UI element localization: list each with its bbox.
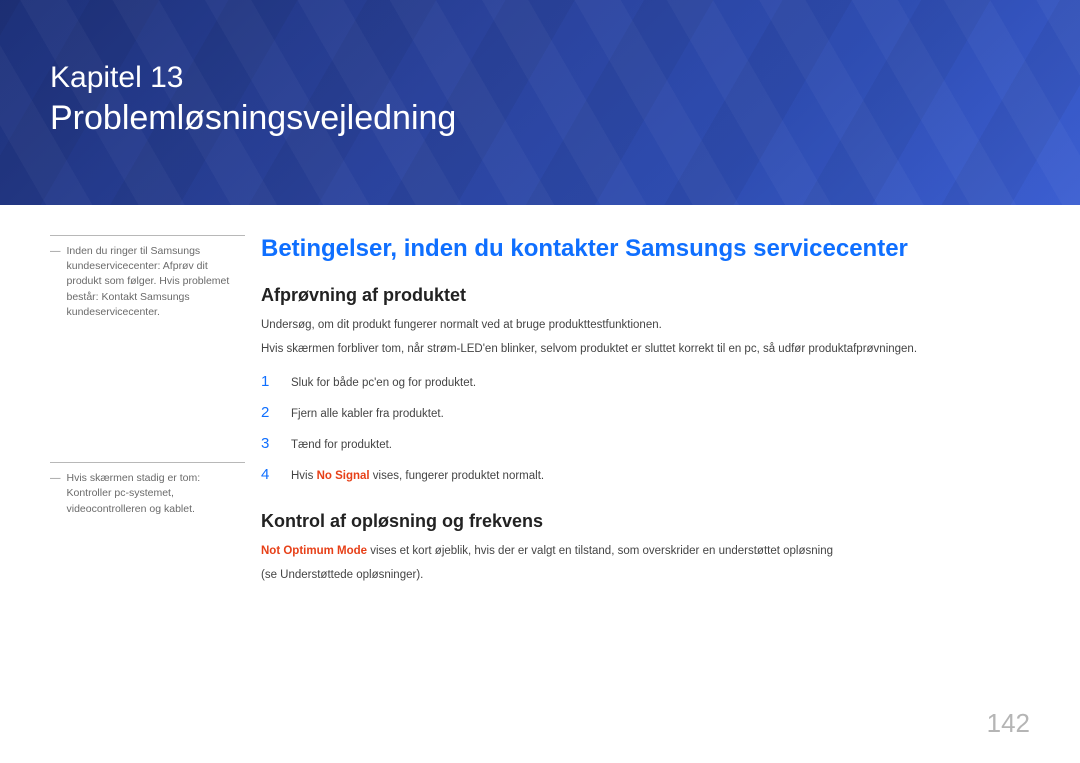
side-note-2-text: Hvis skærmen stadig er tom: Kontroller p… xyxy=(67,471,246,517)
step-text: Sluk for både pc'en og for produktet. xyxy=(291,377,476,389)
page-body: ― Inden du ringer til Samsungs kundeserv… xyxy=(0,205,1080,589)
dash-icon: ― xyxy=(50,244,61,320)
step-row: 3 Tænd for produktet. xyxy=(261,435,1030,452)
step-number: 1 xyxy=(261,373,275,390)
sub2-bold: Not Optimum Mode xyxy=(261,545,367,557)
step-text: Hvis No Signal vises, fungerer produktet… xyxy=(291,470,544,482)
subsection-2-heading: Kontrol af opløsning og frekvens xyxy=(261,511,1030,532)
steps-list: 1 Sluk for både pc'en og for produktet. … xyxy=(261,373,1030,483)
step4-prefix: Hvis xyxy=(291,470,317,482)
chapter-banner: Kapitel 13 Problemløsningsvejledning xyxy=(0,0,1080,205)
sidebar: ― Inden du ringer til Samsungs kundeserv… xyxy=(50,235,245,589)
sub2-rest: vises et kort øjeblik, hvis der er valgt… xyxy=(367,545,833,557)
step-row: 2 Fjern alle kabler fra produktet. xyxy=(261,404,1030,421)
dash-icon: ― xyxy=(50,471,61,517)
main-content: Betingelser, inden du kontakter Samsungs… xyxy=(245,235,1030,589)
step-row: 1 Sluk for både pc'en og for produktet. xyxy=(261,373,1030,390)
step4-suffix: vises, fungerer produktet normalt. xyxy=(370,470,545,482)
subsection-1-p1: Undersøg, om dit produkt fungerer normal… xyxy=(261,316,1030,336)
step-number: 4 xyxy=(261,466,275,483)
chapter-title: Problemløsningsvejledning xyxy=(50,98,1030,139)
section-heading: Betingelser, inden du kontakter Samsungs… xyxy=(261,235,1030,263)
step-row: 4 Hvis No Signal vises, fungerer produkt… xyxy=(261,466,1030,483)
side-note-1: ― Inden du ringer til Samsungs kundeserv… xyxy=(50,235,245,320)
step-text: Tænd for produktet. xyxy=(291,439,392,451)
step-text: Fjern alle kabler fra produktet. xyxy=(291,408,444,420)
subsection-1-heading: Afprøvning af produktet xyxy=(261,285,1030,306)
subsection-1-p2: Hvis skærmen forbliver tom, når strøm-LE… xyxy=(261,340,1030,360)
step-number: 3 xyxy=(261,435,275,452)
side-note-2: ― Hvis skærmen stadig er tom: Kontroller… xyxy=(50,462,245,517)
sidebar-spacer xyxy=(50,340,245,462)
step4-bold: No Signal xyxy=(317,470,370,482)
page-number: 142 xyxy=(987,708,1030,739)
step-number: 2 xyxy=(261,404,275,421)
subsection-2-p2: (se Understøttede opløsninger). xyxy=(261,566,1030,586)
subsection-2-p1: Not Optimum Mode vises et kort øjeblik, … xyxy=(261,542,1030,562)
chapter-number: Kapitel 13 xyxy=(50,60,1030,96)
side-note-1-text: Inden du ringer til Samsungs kundeservic… xyxy=(67,244,246,320)
